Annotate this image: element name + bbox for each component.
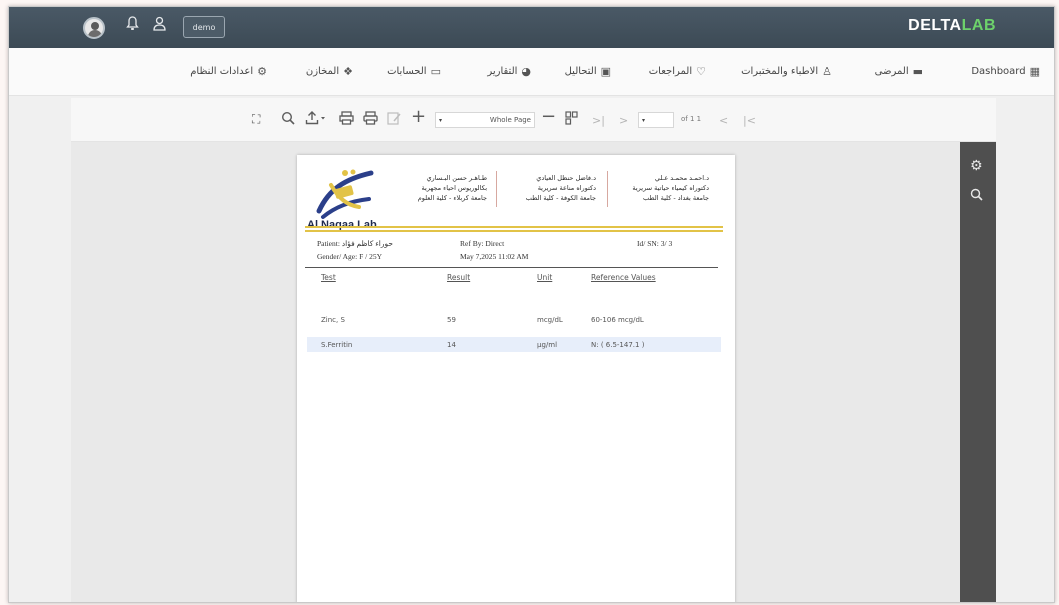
- search-icon[interactable]: [970, 188, 983, 205]
- fullscreen-icon[interactable]: ⛶: [252, 112, 260, 127]
- cubes-icon: ❖: [343, 65, 353, 78]
- table-divider: [305, 267, 718, 268]
- nav-label: المرضى: [874, 66, 909, 77]
- ref-by: Ref By: Direct: [460, 239, 505, 248]
- first-page-icon[interactable]: |<: [743, 113, 756, 128]
- header-rule: [305, 230, 723, 232]
- pie-chart-icon: ◕: [521, 65, 531, 78]
- medkit-icon: ▣: [600, 65, 611, 78]
- avatar[interactable]: [83, 17, 105, 39]
- nav-label: الاطباء والمختبرات: [741, 66, 819, 77]
- page-select[interactable]: ▾: [638, 112, 674, 128]
- doctor-3: د.احمـد محمـد عـلي دكتوراه كيمياء حياتية…: [609, 173, 709, 203]
- username-button[interactable]: demo: [183, 16, 225, 38]
- search-icon[interactable]: [281, 111, 295, 128]
- next-page-icon[interactable]: >: [619, 113, 628, 128]
- print-icon[interactable]: [363, 111, 378, 128]
- column-header: Result: [447, 273, 471, 282]
- patient-label: Patient:: [317, 239, 340, 248]
- doctor-degree: دكتوراه مناعة سريرية: [537, 184, 596, 192]
- doctor-name: د.احمـد محمـد عـلي: [654, 174, 709, 182]
- brand-primary: DELTA: [908, 17, 962, 34]
- zoom-in-icon[interactable]: +: [411, 108, 426, 126]
- test-unit: mcg/dL: [537, 316, 563, 324]
- viewer-side-panel: ⚙: [960, 142, 996, 602]
- nav-label: الحسابات: [387, 66, 427, 77]
- test-reference: 60-106 mcg/dL: [591, 316, 644, 324]
- doctor-icon: ♙: [822, 65, 832, 78]
- money-icon: ▭: [430, 65, 441, 78]
- id-sn: Id/ SN: 3/ 3: [637, 239, 673, 248]
- brand-logo: DELTALAB: [908, 17, 996, 35]
- user-icon[interactable]: [153, 16, 166, 35]
- nav-dashboard[interactable]: Dashboard ▦: [971, 65, 1040, 78]
- multi-page-icon[interactable]: [565, 111, 578, 128]
- page-info: of 1 1: [681, 115, 702, 123]
- gear-icon[interactable]: ⚙: [970, 158, 983, 174]
- zoom-out-icon[interactable]: −: [541, 108, 556, 126]
- doctor-1: طـاهـر حسن البـساري بكالوريوس احياء مجهر…: [387, 173, 487, 203]
- print-layout-icon[interactable]: [339, 111, 354, 128]
- test-name: Zinc, S: [321, 316, 345, 324]
- brand-accent: LAB: [961, 17, 996, 34]
- last-page-icon[interactable]: >|: [592, 113, 605, 128]
- top-header: demo DELTALAB: [9, 7, 1054, 48]
- patient-name: حوراء كاظم فؤاد: [341, 239, 393, 248]
- gender-age: Gender/ Age: F / 25Y: [317, 252, 382, 261]
- nav-tests[interactable]: التحاليل ▣: [565, 65, 611, 78]
- table-row: S.Ferritin 14 µg/ml N: ( 6.5-147.1 ): [307, 337, 721, 352]
- nav-label: المخازن: [305, 66, 340, 77]
- doctor-affiliation: جامعة كربلاء - كلية العلوم: [417, 194, 487, 202]
- edit-icon[interactable]: [387, 111, 402, 128]
- nav-label: التحاليل: [564, 66, 597, 77]
- zoom-value: Whole Page: [489, 116, 531, 124]
- test-reference: N: ( 6.5-147.1 ): [591, 341, 645, 349]
- zoom-select[interactable]: ▾ Whole Page: [435, 112, 535, 128]
- test-name: S.Ferritin: [321, 341, 353, 349]
- doctor-affiliation: جامعة بغداد - كلية الطب: [643, 194, 709, 202]
- test-result: 59: [447, 316, 456, 324]
- nav-settings[interactable]: اعدادات النظام ⚙: [190, 65, 267, 78]
- nav-stores[interactable]: المخازن ❖: [306, 65, 353, 78]
- doctor-degree: دكتوراه كيمياء حياتية سريرية: [632, 184, 709, 192]
- nav-accounts[interactable]: الحسابات ▭: [387, 65, 441, 78]
- pdf-toolbar: ⛶ + ▾ Whole Page − >| > ▾ of 1 1 < |<: [71, 98, 996, 142]
- heartbeat-icon: ♡: [696, 65, 706, 78]
- report-page: Al Naqaa Lab طـاهـر حسن البـساري بكالوري…: [297, 155, 735, 602]
- table-row: Zinc, S 59 mcg/dL 60-106 mcg/dL: [307, 312, 721, 327]
- doctor-name: د.فاضل حنظل العيادي: [536, 174, 596, 182]
- lab-logo: [316, 169, 374, 219]
- bed-icon: ▬: [912, 65, 923, 78]
- nav-patients[interactable]: المرضى ▬: [875, 65, 923, 78]
- column-header: Reference Values: [591, 273, 656, 282]
- doctor-affiliation: جامعة الكوفة - كلية الطب: [525, 194, 596, 202]
- patient-info: Patient: حوراء كاظم فؤاد: [317, 239, 393, 248]
- bell-icon[interactable]: [126, 16, 139, 35]
- doctor-2: د.فاضل حنظل العيادي دكتوراه مناعة سريرية…: [496, 173, 596, 203]
- test-unit: µg/ml: [537, 341, 558, 349]
- divider: [607, 171, 608, 207]
- export-icon[interactable]: [305, 111, 327, 128]
- report-date: May 7,2025 11:02 AM: [460, 252, 529, 261]
- column-header: Unit: [537, 273, 553, 282]
- nav-label: اعدادات النظام: [190, 66, 254, 77]
- nav-visits[interactable]: المراجعات ♡: [649, 65, 706, 78]
- gear-icon: ⚙: [257, 65, 267, 78]
- app-window: demo DELTALAB Dashboard ▦ المرضى ▬ الاطب…: [8, 6, 1055, 603]
- nav-doctors-labs[interactable]: الاطباء والمختبرات ♙: [741, 65, 832, 78]
- doctor-degree: بكالوريوس احياء مجهرية: [421, 184, 487, 192]
- nav-reports[interactable]: التقارير ◕: [487, 65, 531, 78]
- header-rule: [305, 226, 723, 228]
- column-header: Test: [321, 273, 336, 282]
- test-result: 14: [447, 341, 456, 349]
- dashboard-icon: ▦: [1029, 65, 1040, 78]
- nav-label: التقارير: [487, 66, 518, 77]
- main-nav: Dashboard ▦ المرضى ▬ الاطباء والمختبرات …: [9, 48, 1054, 96]
- nav-label: المراجعات: [648, 66, 693, 77]
- nav-label: Dashboard: [971, 66, 1026, 77]
- previous-page-icon[interactable]: <: [719, 113, 728, 128]
- doctor-name: طـاهـر حسن البـساري: [426, 174, 487, 182]
